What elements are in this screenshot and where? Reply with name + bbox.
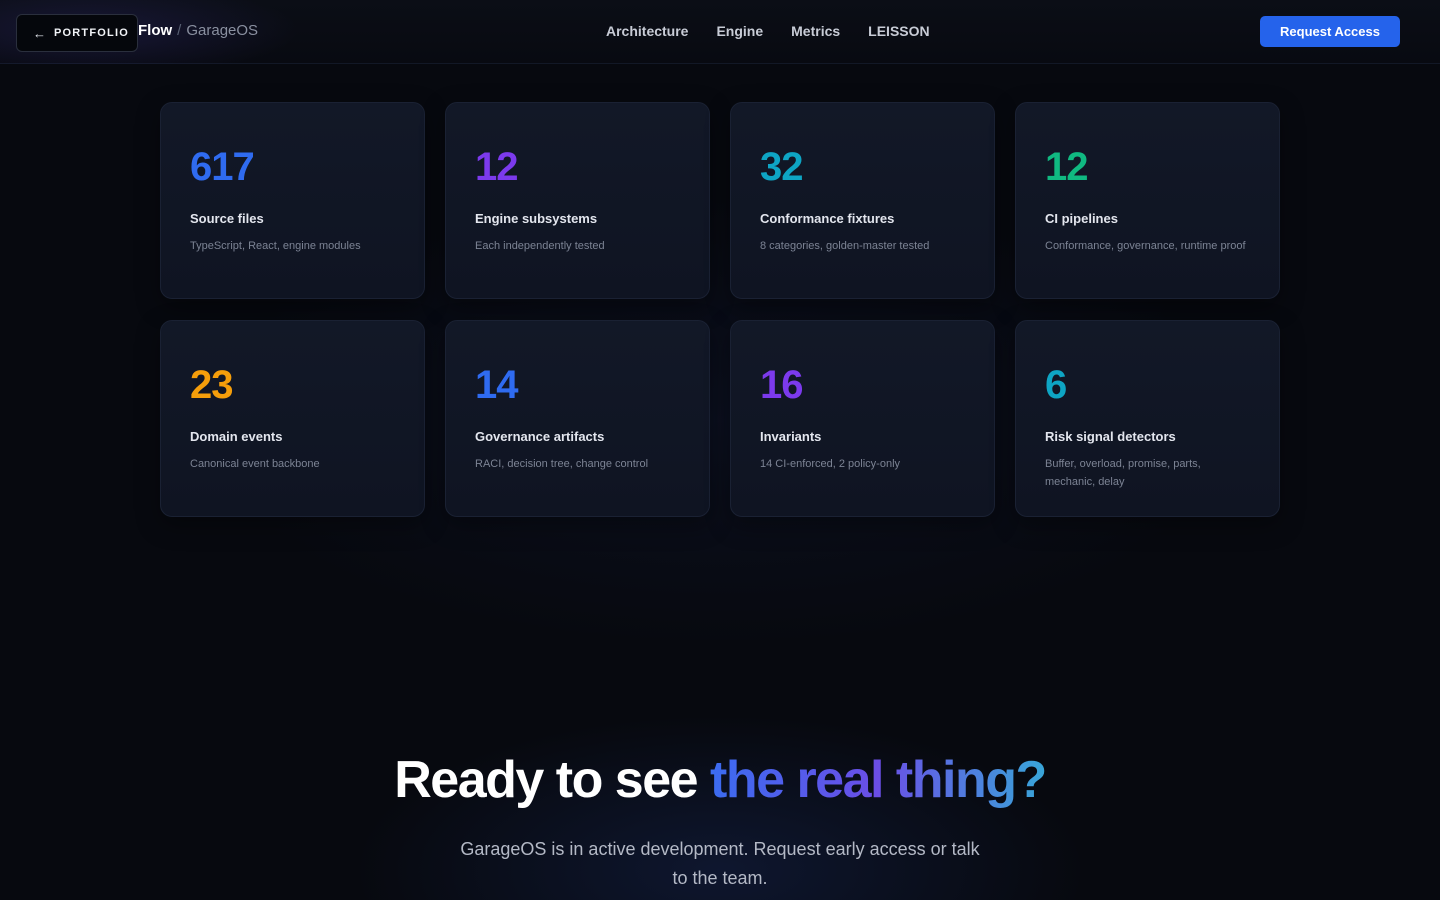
top-navigation-bar: ← PORTFOLIO Flow / GarageOS Architecture… xyxy=(0,0,1440,64)
stat-label: Governance artifacts xyxy=(475,429,605,444)
breadcrumb-separator: / xyxy=(177,22,182,39)
hero-heading-accent: the real thing? xyxy=(710,751,1047,809)
back-button-label: PORTFOLIO xyxy=(54,27,129,39)
stat-value: 32 xyxy=(760,145,804,189)
stat-card-engine-subsystems: 12 Engine subsystems Each independently … xyxy=(445,102,710,299)
hero-subtitle: GarageOS is in active development. Reque… xyxy=(460,839,980,888)
stat-card-domain-events: 23 Domain events Canonical event backbon… xyxy=(160,320,425,517)
breadcrumb: Flow / GarageOS xyxy=(138,22,258,40)
stat-value: 16 xyxy=(760,363,804,407)
main-nav: Architecture Engine Metrics LEISSON xyxy=(606,23,930,39)
stat-label: CI pipelines xyxy=(1045,211,1118,226)
hero-heading-plain: Ready to see xyxy=(394,751,710,809)
stat-description: 14 CI-enforced, 2 policy-only xyxy=(760,458,901,470)
stat-description: Buffer, overload, promise, parts, mechan… xyxy=(1045,458,1201,488)
nav-link-engine[interactable]: Engine xyxy=(716,23,763,39)
back-to-portfolio-button[interactable]: ← PORTFOLIO xyxy=(16,14,138,52)
stat-description: RACI, decision tree, change control xyxy=(475,458,649,470)
nav-link-architecture[interactable]: Architecture xyxy=(606,23,688,39)
stat-value: 6 xyxy=(1045,363,1067,407)
stat-card-source-files: 617 Source files TypeScript, React, engi… xyxy=(160,102,425,299)
stat-card-risk-signal-detectors: 6 Risk signal detectors Buffer, overload… xyxy=(1015,320,1280,517)
stat-value: 14 xyxy=(475,363,519,407)
cta-hero-section: Ready to see the real thing? GarageOS is… xyxy=(0,748,1440,893)
stat-card-ci-pipelines: 12 CI pipelines Conformance, governance,… xyxy=(1015,102,1280,299)
stat-value: 617 xyxy=(190,145,255,189)
stat-description: Canonical event backbone xyxy=(190,458,320,470)
stat-label: Risk signal detectors xyxy=(1045,429,1176,444)
stats-grid: 617 Source files TypeScript, React, engi… xyxy=(160,102,1280,517)
stat-label: Engine subsystems xyxy=(475,211,598,226)
arrow-left-icon: ← xyxy=(33,25,46,41)
stat-label: Domain events xyxy=(190,429,283,444)
stat-card-governance-artifacts: 14 Governance artifacts RACI, decision t… xyxy=(445,320,710,517)
stat-card-conformance-fixtures: 32 Conformance fixtures 8 categories, go… xyxy=(730,102,995,299)
breadcrumb-root[interactable]: Flow xyxy=(138,22,172,40)
breadcrumb-current: GarageOS xyxy=(186,22,259,39)
hero-heading: Ready to see the real thing? xyxy=(0,748,1440,812)
stat-description: TypeScript, React, engine modules xyxy=(190,240,361,252)
stat-label: Conformance fixtures xyxy=(760,211,895,226)
stat-value: 12 xyxy=(1045,145,1089,189)
stat-description: 8 categories, golden-master tested xyxy=(760,240,930,252)
stat-description: Conformance, governance, runtime proof xyxy=(1045,240,1246,252)
nav-link-leisson[interactable]: LEISSON xyxy=(868,23,929,39)
stat-value: 23 xyxy=(190,363,234,407)
stat-label: Invariants xyxy=(760,429,822,444)
request-access-button[interactable]: Request Access xyxy=(1260,16,1400,47)
stat-description: Each independently tested xyxy=(475,240,605,252)
stat-card-invariants: 16 Invariants 14 CI-enforced, 2 policy-o… xyxy=(730,320,995,517)
stat-value: 12 xyxy=(475,145,519,189)
stat-label: Source files xyxy=(190,211,264,226)
nav-link-metrics[interactable]: Metrics xyxy=(791,23,840,39)
